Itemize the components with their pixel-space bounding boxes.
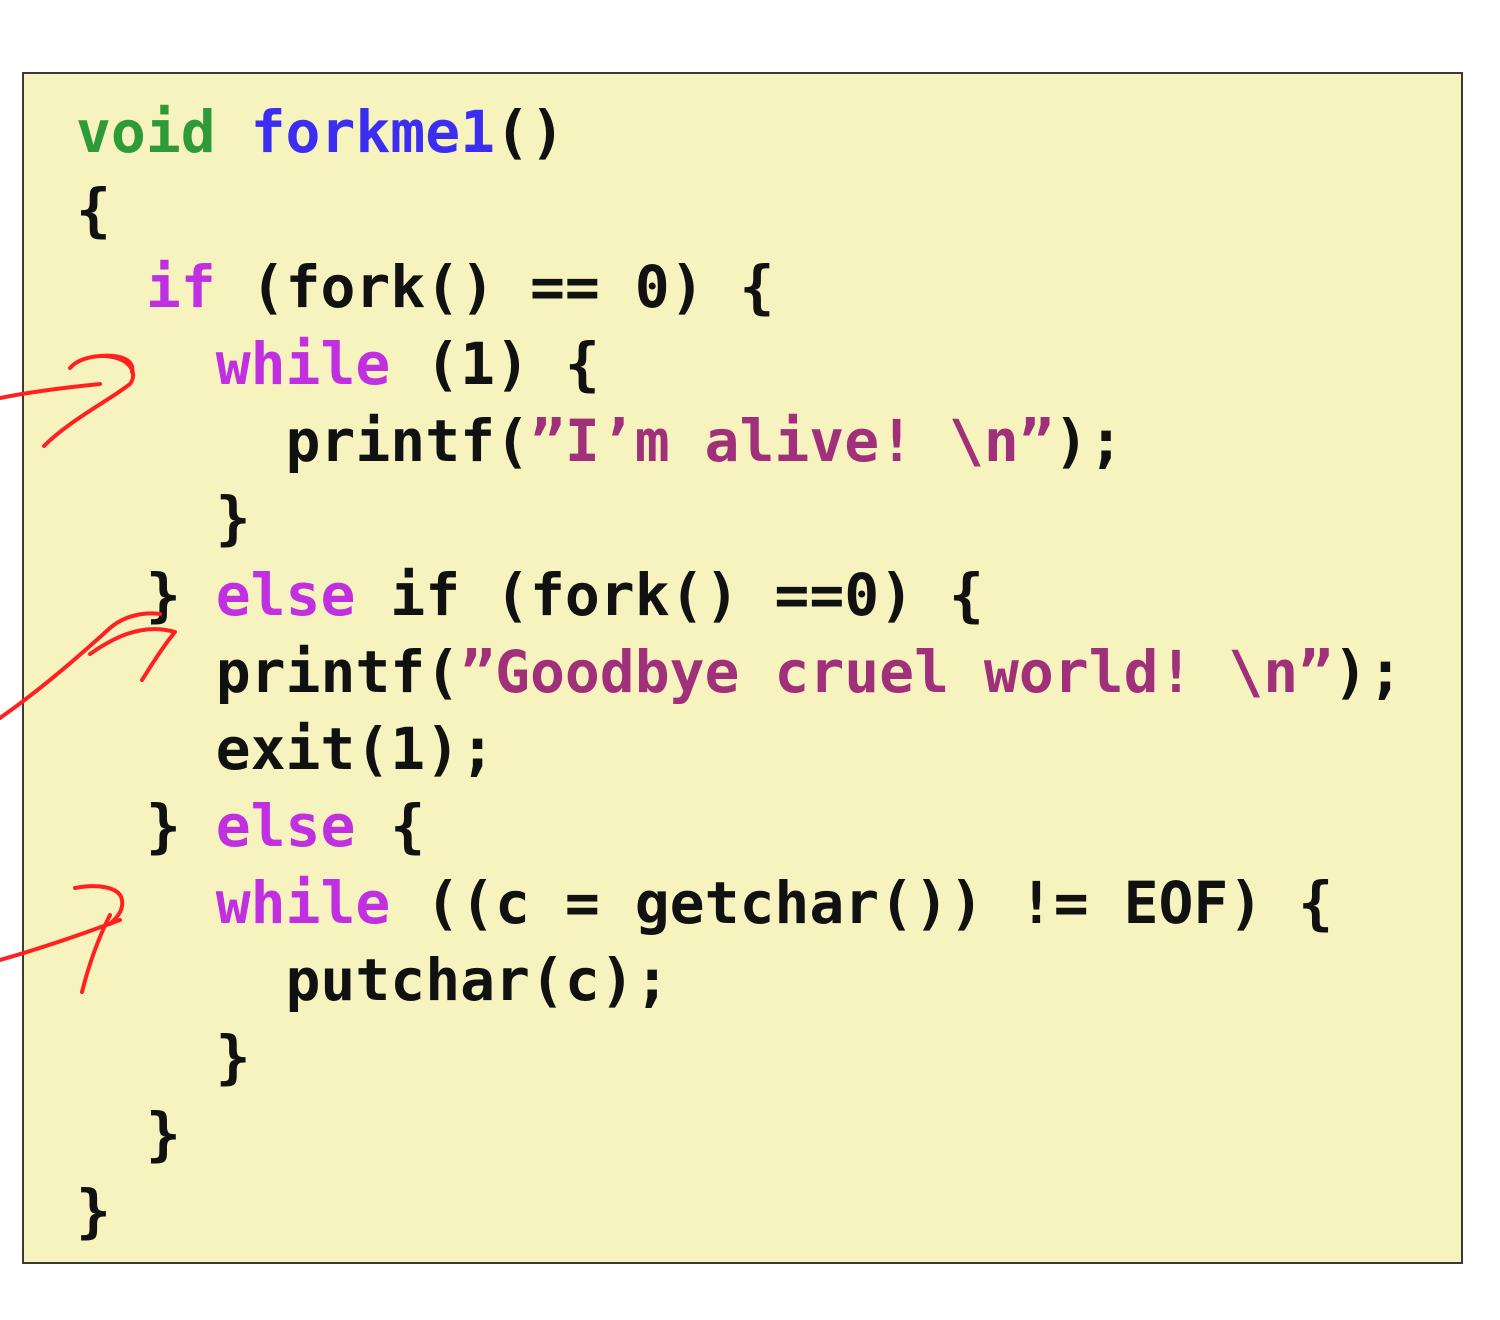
string-literal: ”Goodbye cruel world! \n” — [460, 638, 1334, 706]
code-line-close-function: } — [76, 1177, 111, 1245]
else-if-condition: if (fork() ==0) { — [355, 561, 984, 629]
else-keyword: else — [215, 792, 356, 860]
parens: () — [495, 98, 565, 166]
else-keyword: else — [215, 561, 356, 629]
code-line-exit: exit(1); — [76, 715, 496, 783]
code-line-while-1: while (1) { — [76, 332, 600, 396]
while-keyword: while — [215, 869, 391, 937]
code-line-printf-alive: printf(”I’m alive! \n”); — [76, 409, 1124, 473]
code-line-open-brace: { — [76, 176, 111, 244]
code-line-function-signature: void forkme1() — [76, 100, 565, 164]
code-line-if-fork: if (fork() == 0) { — [76, 253, 775, 321]
while-condition: ((c = getchar()) != EOF) { — [390, 869, 1334, 937]
string-literal: ”I’m alive! \n” — [529, 407, 1054, 475]
code-panel: void forkme1() { if (fork() == 0) { whil… — [22, 72, 1463, 1264]
call-end: ); — [1333, 638, 1403, 706]
code-line-close-while: } — [76, 484, 251, 552]
code-line-else: } else { — [76, 794, 425, 858]
else-open: { — [355, 792, 426, 860]
if-condition: (fork() == 0) { — [215, 253, 775, 321]
function-name: forkme1 — [250, 98, 496, 166]
if-keyword: if — [145, 253, 216, 321]
type-keyword: void — [76, 98, 216, 166]
while-keyword: while — [215, 330, 391, 398]
printf-call: printf( — [215, 638, 461, 706]
while-condition: (1) { — [390, 330, 600, 398]
close-brace: } — [145, 561, 216, 629]
code-line-else-if-fork: } else if (fork() ==0) { — [76, 563, 984, 627]
code-line-close-else: } — [76, 1100, 181, 1168]
printf-call: printf( — [285, 407, 530, 475]
code-line-while-getchar: while ((c = getchar()) != EOF) { — [76, 871, 1333, 935]
code-line-printf-goodbye: printf(”Goodbye cruel world! \n”); — [76, 640, 1403, 704]
close-brace: } — [145, 792, 216, 860]
code-line-close-while-2: } — [76, 1023, 251, 1091]
code-line-putchar: putchar(c); — [76, 946, 670, 1014]
call-end: ); — [1053, 407, 1124, 475]
